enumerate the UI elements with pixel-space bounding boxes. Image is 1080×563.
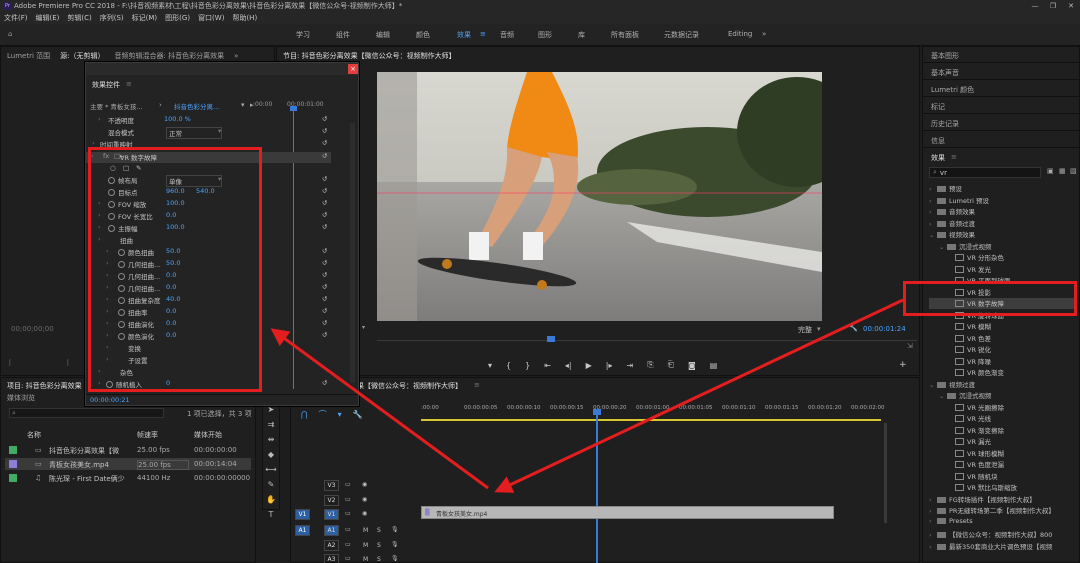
arrow-to-effect-controls [270, 328, 489, 490]
annotation-arrows [270, 298, 904, 493]
arrow-to-timeline-clip [494, 298, 904, 493]
